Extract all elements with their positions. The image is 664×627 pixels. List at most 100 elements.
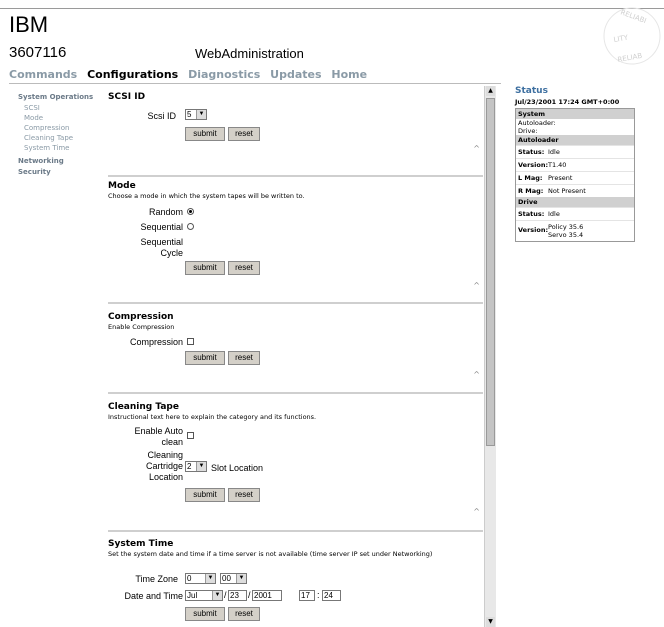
scroll-down-icon[interactable]: ▼ (486, 617, 495, 627)
hour-input[interactable]: 17 (299, 590, 315, 601)
svg-text:LITY: LITY (613, 33, 629, 44)
scsi-submit-button[interactable]: submit (185, 127, 225, 141)
sidebar-item-mode[interactable]: Mode (24, 114, 106, 122)
status-key: Version: (518, 161, 549, 169)
chevron-down-icon: ▼ (212, 591, 222, 600)
mode-reset-button[interactable]: reset (228, 261, 260, 275)
sidebar-security[interactable]: Security (18, 168, 106, 176)
mode-sequential-cycle-label: Sequential Cycle (118, 237, 183, 259)
drive-servo-version: Servo 35.4 (548, 231, 584, 239)
status-row: R Mag: Not Present (516, 184, 634, 197)
systime-desc: Set the system date and time if a time s… (108, 550, 433, 558)
sidebar-item-system-time[interactable]: System Time (24, 144, 106, 152)
mode-section: Mode Choose a mode in which the system t… (108, 181, 483, 200)
date-time-label: Date and Time (124, 591, 183, 601)
status-row: Status: Idle (516, 145, 634, 158)
status-value: Not Present (548, 187, 586, 195)
svg-text:RELIABI: RELIABI (619, 8, 647, 25)
status-drive-line: Drive: (518, 127, 538, 135)
tab-home[interactable]: Home (331, 68, 367, 81)
sidebar: System Operations SCSI Mode Compression … (18, 93, 106, 179)
minute-input[interactable]: 24 (322, 590, 341, 601)
scsi-id-select[interactable]: 5 ▼ (185, 109, 207, 120)
status-row: L Mag: Present (516, 171, 634, 184)
tz-hours-select[interactable]: 0 ▼ (185, 573, 216, 584)
scsi-id-value: 5 (187, 110, 192, 119)
status-key: R Mag: (518, 187, 544, 195)
status-title: Status (515, 86, 548, 96)
compression-section: Compression Enable Compression (108, 312, 483, 331)
svg-text:RELIAB: RELIAB (617, 52, 643, 64)
tab-diagnostics[interactable]: Diagnostics (188, 68, 260, 81)
scsi-id-label: Scsi ID (147, 111, 176, 121)
cleaning-cartridge-select[interactable]: 2 ▼ (185, 461, 207, 472)
time-zone-label: Time Zone (135, 574, 178, 584)
status-system-header: System (516, 109, 634, 119)
sidebar-item-compression[interactable]: Compression (24, 124, 106, 132)
top-nav: Commands Configurations Diagnostics Upda… (9, 68, 373, 81)
status-key: Version: (518, 226, 549, 234)
tz-minutes-select[interactable]: 00 ▼ (220, 573, 247, 584)
auto-clean-label: Enable Auto clean (113, 426, 183, 448)
collapse-caret-icon[interactable]: ^ (473, 370, 480, 379)
status-key: Status: (518, 148, 545, 156)
status-row: Version: T1.40 (516, 158, 634, 171)
mode-sequential-cycle-line2: Cycle (160, 248, 183, 258)
status-autoloader-header: Autoloader (516, 135, 634, 145)
compression-desc: Enable Compression (108, 323, 175, 331)
scsi-reset-button[interactable]: reset (228, 127, 260, 141)
status-value-multiline: Policy 35.6 Servo 35.4 (548, 223, 583, 239)
status-value: Idle (548, 148, 560, 156)
compression-submit-button[interactable]: submit (185, 351, 225, 365)
cleaning-title: Cleaning Tape (108, 402, 179, 412)
compression-checkbox[interactable] (187, 338, 194, 345)
app-title: WebAdministration (195, 46, 304, 61)
time-colon: : (317, 590, 320, 600)
main-scrollbar[interactable]: ▲ ▼ (484, 86, 496, 627)
tz-minutes-value: 00 (222, 574, 231, 583)
status-value: Present (548, 174, 573, 182)
day-input[interactable]: 23 (228, 590, 247, 601)
mode-random-radio[interactable] (187, 208, 194, 215)
collapse-caret-icon[interactable]: ^ (473, 281, 480, 290)
month-select[interactable]: Jul ▼ (185, 590, 223, 601)
status-panel: Status Jul/23/2001 17:24 GMT+0:00 System… (515, 86, 635, 242)
auto-clean-checkbox[interactable] (187, 432, 194, 439)
cleaning-reset-button[interactable]: reset (228, 488, 260, 502)
systime-submit-button[interactable]: submit (185, 607, 225, 621)
systime-reset-button[interactable]: reset (228, 607, 260, 621)
year-input[interactable]: 2001 (252, 590, 282, 601)
mode-submit-button[interactable]: submit (185, 261, 225, 275)
status-key: L Mag: (518, 174, 543, 182)
model-number: 3607116 (9, 44, 67, 61)
sidebar-item-scsi[interactable]: SCSI (24, 104, 106, 112)
status-box: System Autoloader: Drive: Autoloader Sta… (515, 108, 635, 242)
scroll-up-icon[interactable]: ▲ (486, 86, 495, 96)
cleaning-submit-button[interactable]: submit (185, 488, 225, 502)
brand-logo: IBM (9, 12, 49, 37)
reliability-seal: RELIABI LITY RELIAB (603, 7, 661, 65)
sidebar-group-system-operations[interactable]: System Operations (18, 93, 106, 101)
slot-location-label: Slot Location (211, 463, 264, 473)
compression-reset-button[interactable]: reset (228, 351, 260, 365)
tz-hours-value: 0 (187, 574, 192, 583)
date-slash: / (248, 590, 251, 600)
sidebar-networking[interactable]: Networking (18, 157, 106, 165)
chevron-down-icon: ▼ (236, 574, 246, 583)
collapse-caret-icon[interactable]: ^ (473, 507, 480, 516)
scrollbar-thumb[interactable] (486, 98, 495, 446)
sidebar-item-cleaning-tape[interactable]: Cleaning Tape (24, 134, 106, 142)
nav-separator (9, 83, 501, 84)
status-value: T1.40 (548, 161, 567, 169)
collapse-caret-icon[interactable]: ^ (473, 144, 480, 153)
cleaning-cartridge-line1: Cleaning (147, 450, 183, 460)
mode-sequential-radio[interactable] (187, 223, 194, 230)
tab-configurations[interactable]: Configurations (87, 68, 178, 81)
cleaning-cartridge-label: Cleaning Cartridge Location (113, 450, 183, 483)
systime-title: System Time (108, 539, 174, 549)
tab-commands[interactable]: Commands (9, 68, 77, 81)
month-value: Jul (187, 591, 198, 600)
mode-desc: Choose a mode in which the system tapes … (108, 192, 305, 200)
tab-updates[interactable]: Updates (270, 68, 321, 81)
section-divider (108, 530, 483, 532)
